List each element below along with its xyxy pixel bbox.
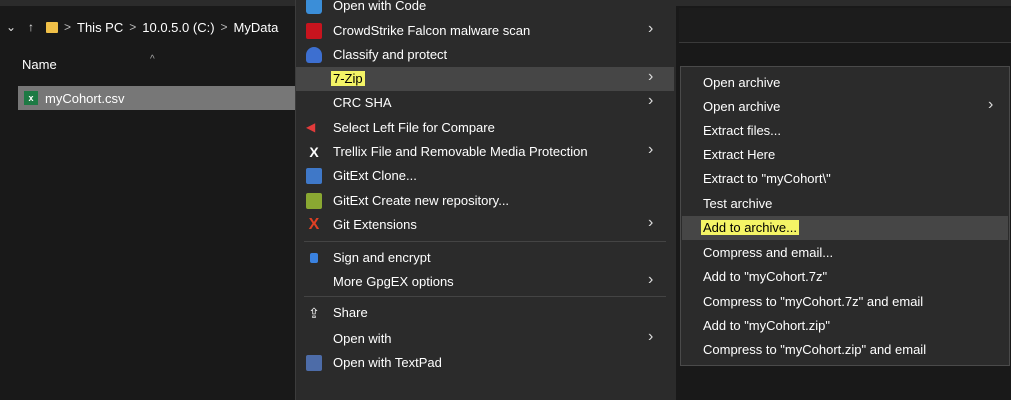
submenu-item-compress-email[interactable]: Compress and email... <box>682 241 1008 265</box>
menu-item-open-with[interactable]: Open with › <box>296 327 674 351</box>
menu-item-7zip[interactable]: 7-Zip › <box>296 67 674 91</box>
menu-item-gitext-clone[interactable]: GitExt Clone... <box>296 164 674 188</box>
menu-item-git-extensions[interactable]: X Git Extensions › <box>296 213 674 237</box>
menu-item-label: Open with Code <box>333 0 427 13</box>
submenu-item-extract-to[interactable]: Extract to "myCohort\" <box>682 167 1008 191</box>
menu-item-label: GitExt Create new repository... <box>333 193 510 208</box>
chevron-right-icon: › <box>648 92 654 109</box>
column-header-row: Name ^ <box>0 46 300 76</box>
submenu-item-label: Extract files... <box>703 123 782 138</box>
menu-item-label: Select Left File for Compare <box>333 120 495 135</box>
lock-icon <box>310 253 318 263</box>
submenu-item-label: Open archive <box>703 99 781 114</box>
submenu-item-compress-7z-email[interactable]: Compress to "myCohort.7z" and email <box>682 290 1008 314</box>
menu-item-trellix[interactable]: X Trellix File and Removable Media Prote… <box>296 140 674 164</box>
menu-item-open-with-code[interactable]: Open with Code <box>296 0 674 18</box>
submenu-item-label: Compress to "myCohort.7z" and email <box>703 294 924 309</box>
gitext-icon <box>306 193 322 209</box>
menu-item-label: 7-Zip <box>331 71 365 86</box>
menu-item-label: Git Extensions <box>333 217 417 232</box>
excel-file-icon: x <box>24 91 38 105</box>
submenu-item-add-to-archive[interactable]: Add to archive... <box>682 216 1008 240</box>
classify-icon <box>306 47 322 63</box>
submenu-item-label: Add to "myCohort.zip" <box>703 318 831 333</box>
chevron-right-icon: › <box>648 141 654 158</box>
submenu-item-compress-zip-email[interactable]: Compress to "myCohort.zip" and email <box>682 338 1008 362</box>
menu-item-label: Sign and encrypt <box>333 250 431 265</box>
column-header-name[interactable]: Name <box>22 57 57 72</box>
chevron-right-icon: > <box>129 20 137 34</box>
file-row-selected[interactable]: x myCohort.csv <box>18 86 300 110</box>
submenu-item-extract-here[interactable]: Extract Here <box>682 143 1008 167</box>
menu-item-gitext-create[interactable]: GitExt Create new repository... <box>296 189 674 213</box>
vscode-icon <box>306 0 322 14</box>
submenu-item-label: Open archive <box>703 75 781 90</box>
share-icon: ⇪ <box>308 305 320 321</box>
submenu-item-label: Add to "myCohort.7z" <box>703 269 828 284</box>
submenu-item-extract-files[interactable]: Extract files... <box>682 119 1008 143</box>
chevron-right-icon: › <box>648 20 654 37</box>
menu-separator <box>304 241 666 242</box>
gitext-icon <box>306 168 322 184</box>
up-arrow-icon[interactable]: ↑ <box>24 20 38 34</box>
menu-item-classify[interactable]: Classify and protect <box>296 43 674 67</box>
submenu-item-add-7z[interactable]: Add to "myCohort.7z" <box>682 265 1008 289</box>
menu-item-label: CrowdStrike Falcon malware scan <box>333 23 531 38</box>
submenu-item-label: Compress to "myCohort.zip" and email <box>703 342 927 357</box>
menu-item-label: GitExt Clone... <box>333 168 417 183</box>
trellix-icon: X <box>309 144 319 160</box>
submenu-item-open-archive-more[interactable]: Open archive › <box>682 95 1008 119</box>
breadcrumb-drive[interactable]: 10.0.5.0 (C:) <box>142 20 214 35</box>
submenu-item-label: Test archive <box>703 196 773 211</box>
menu-item-label: Open with <box>333 331 392 346</box>
menu-item-label: CRC SHA <box>333 95 392 110</box>
menu-separator <box>304 296 666 297</box>
menu-item-crc-sha[interactable]: CRC SHA › <box>296 91 674 115</box>
chevron-right-icon: › <box>648 271 654 288</box>
git-icon: X <box>308 216 320 233</box>
address-bar[interactable]: ⌄ ↑ > This PC > 10.0.5.0 (C:) > MyData <box>0 8 304 46</box>
breadcrumb-mydata[interactable]: MyData <box>234 20 279 35</box>
sort-ascending-icon: ^ <box>150 54 155 65</box>
folder-icon <box>46 21 58 33</box>
menu-item-gpgex-options[interactable]: More GpgEX options › <box>296 270 674 294</box>
submenu-item-label: Extract to "myCohort\" <box>703 171 831 186</box>
submenu-item-add-zip[interactable]: Add to "myCohort.zip" <box>682 314 1008 338</box>
expand-icon[interactable]: ⌄ <box>4 20 18 34</box>
submenu-item-label: Compress and email... <box>703 245 834 260</box>
breadcrumb-this-pc[interactable]: This PC <box>77 20 123 35</box>
7zip-submenu: Open archive Open archive › Extract file… <box>680 66 1010 366</box>
menu-item-label: Trellix File and Removable Media Protect… <box>333 144 588 159</box>
falcon-icon <box>306 23 322 39</box>
chevron-right-icon: > <box>220 20 228 34</box>
chevron-right-icon: › <box>648 214 654 231</box>
textpad-icon <box>306 355 322 371</box>
menu-item-label: More GpgEX options <box>333 274 454 289</box>
menu-item-label: Classify and protect <box>333 47 448 62</box>
context-menu: Open with Code CrowdStrike Falcon malwar… <box>295 0 676 400</box>
submenu-item-test-archive[interactable]: Test archive <box>682 192 1008 216</box>
submenu-item-open-archive[interactable]: Open archive <box>682 71 1008 95</box>
menu-item-crowdstrike[interactable]: CrowdStrike Falcon malware scan › <box>296 19 674 43</box>
menu-item-select-left-compare[interactable]: ◀ Select Left File for Compare <box>296 116 674 140</box>
search-area <box>679 8 1011 43</box>
menu-item-label: Share <box>333 305 368 320</box>
submenu-item-label: Add to archive... <box>701 220 799 235</box>
file-name: myCohort.csv <box>45 90 125 106</box>
menu-item-share[interactable]: ⇪ Share <box>296 301 674 325</box>
chevron-right-icon: › <box>988 96 994 113</box>
submenu-item-label: Extract Here <box>703 147 776 162</box>
compare-icon: ◀ <box>306 120 316 134</box>
chevron-right-icon: › <box>648 328 654 345</box>
chevron-right-icon: > <box>64 20 72 34</box>
menu-item-label: Open with TextPad <box>333 355 442 370</box>
menu-item-open-with-textpad[interactable]: Open with TextPad <box>296 351 674 375</box>
chevron-right-icon: › <box>648 68 654 85</box>
menu-item-sign-encrypt[interactable]: Sign and encrypt <box>296 246 674 270</box>
